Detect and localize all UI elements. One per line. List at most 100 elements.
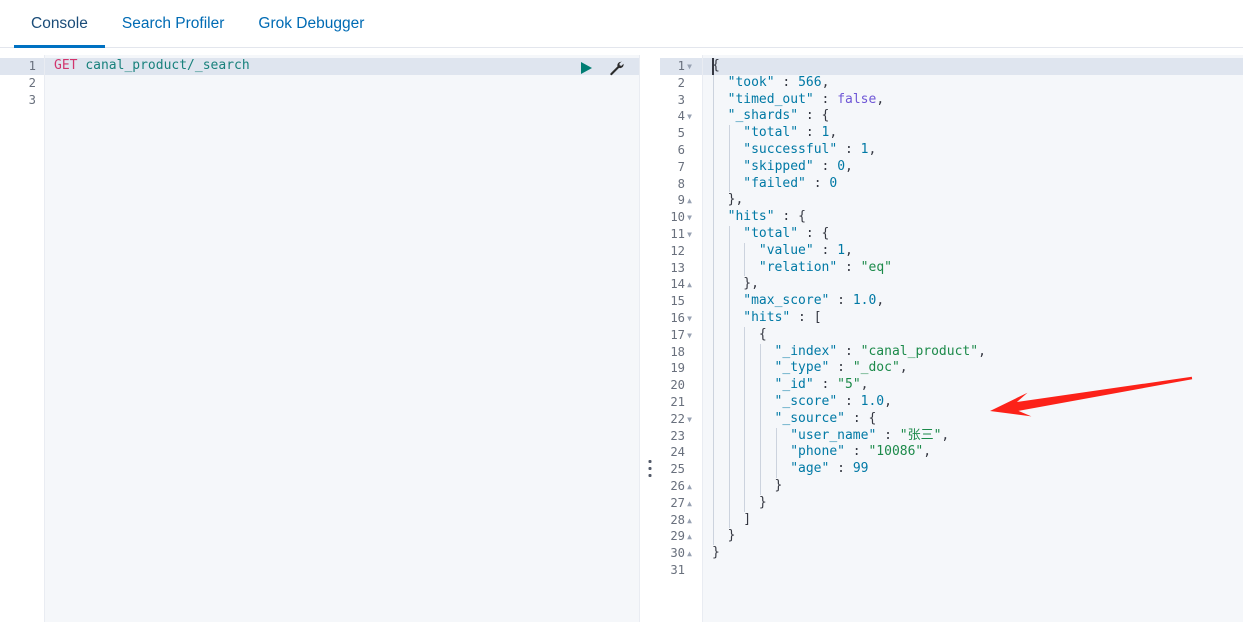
response-code-line: "total" : 1,	[743, 125, 837, 142]
code-token: }	[712, 545, 720, 561]
code-token: ,	[845, 242, 853, 258]
resize-dots-icon	[648, 460, 652, 477]
pane-resize-handle[interactable]	[640, 55, 660, 622]
kibana-dev-tools-console: Console Search Profiler Grok Debugger 1 2 3 …	[0, 0, 1243, 622]
tab-grok-debugger[interactable]: Grok Debugger	[241, 0, 381, 48]
indent-guide	[713, 242, 714, 260]
request-editor-pane[interactable]: 1 2 3 GET canal_product/_search	[0, 55, 640, 622]
request-line-number: 3	[28, 92, 36, 107]
code-token: "total"	[743, 226, 799, 241]
request-line-number: 2	[28, 75, 36, 90]
code-token: :	[813, 242, 838, 258]
response-code-line: {	[759, 327, 767, 344]
code-token: :	[813, 91, 838, 107]
chevron-up-icon[interactable]: ▲	[685, 496, 694, 513]
code-token: :	[837, 343, 861, 359]
indent-guide	[775, 444, 777, 462]
indent-guide	[759, 461, 761, 478]
line-number-value: 28	[670, 512, 685, 527]
code-token: "age"	[790, 461, 830, 477]
code-token: ,	[941, 427, 950, 443]
response-code-line: "skipped" : 0,	[743, 159, 853, 176]
chevron-up-icon[interactable]: ▲	[685, 529, 694, 546]
code-token: ,	[876, 293, 885, 309]
code-token: "10086"	[868, 444, 924, 460]
response-code-line: "_score" : 1.0,	[775, 394, 892, 411]
line-number-value: 1	[677, 59, 685, 73]
response-line-number: 7	[678, 159, 694, 176]
line-number-value: 14	[670, 277, 685, 292]
code-token: 1	[860, 142, 869, 157]
response-line-number: 26 ▲	[670, 478, 694, 495]
tab-console[interactable]: Console	[14, 0, 105, 48]
indent-guide	[759, 444, 761, 462]
indent-guide	[713, 259, 714, 277]
response-code-line: "successful" : 1,	[743, 142, 876, 159]
line-number-value: 19	[670, 361, 685, 376]
code-token: "user_name"	[790, 427, 877, 443]
chevron-up-icon[interactable]: ▲	[685, 513, 694, 530]
code-token: ,	[876, 91, 885, 107]
response-line-number: 17 ▼	[670, 327, 694, 344]
code-token: "skipped"	[743, 158, 814, 174]
indent-guide	[728, 494, 730, 512]
response-code-line: "hits" : {	[728, 209, 806, 226]
chevron-down-icon[interactable]: ▼	[685, 227, 694, 244]
play-icon[interactable]	[578, 60, 594, 76]
code-token: "phone"	[790, 444, 845, 460]
response-code-line: }	[712, 545, 720, 562]
chevron-down-icon[interactable]: ▼	[685, 59, 694, 76]
indent-guide	[728, 427, 730, 445]
code-token: :	[813, 158, 838, 174]
chevron-up-icon[interactable]: ▲	[685, 277, 694, 294]
response-line-number: 4 ▼	[678, 108, 694, 125]
code-token: "relation"	[758, 259, 838, 275]
chevron-up-icon[interactable]: ▲	[685, 479, 694, 496]
indent-guide	[713, 461, 714, 478]
line-number-value: 8	[677, 176, 685, 191]
response-code-line: "failed" : 0	[743, 176, 837, 193]
code-token: "canal_product"	[860, 343, 979, 359]
wrench-icon[interactable]	[608, 60, 624, 76]
indent-guide	[775, 461, 777, 478]
response-code-line: }	[728, 528, 736, 545]
code-token: 0	[837, 158, 846, 174]
indent-guide	[728, 259, 730, 277]
code-token: : [	[790, 310, 822, 325]
code-token: ,	[923, 444, 932, 460]
indent-guide	[713, 427, 714, 445]
response-line-number: 27 ▲	[670, 495, 694, 512]
code-token: "eq"	[860, 259, 892, 275]
chevron-up-icon[interactable]: ▲	[685, 193, 694, 210]
response-line-number: 20	[670, 377, 694, 394]
response-editor-pane[interactable]: 1 ▼ 2 3 4 ▼ 5 6 7 8 9 ▲ 10 ▼ 11 ▼ 12 13 14 ▲ 15 16 ▼ 17 ▼ 18 19 20 2…	[660, 55, 1243, 622]
chevron-down-icon[interactable]: ▼	[685, 328, 694, 345]
chevron-up-icon[interactable]: ▲	[685, 546, 694, 563]
chevron-down-icon[interactable]: ▼	[685, 210, 694, 227]
code-token: }	[758, 494, 767, 510]
chevron-down-icon[interactable]: ▼	[685, 311, 694, 328]
indent-guide	[713, 377, 714, 394]
request-code-area[interactable]: GET canal_product/_search	[45, 55, 640, 622]
indent-guide	[713, 326, 714, 344]
chevron-down-icon[interactable]: ▼	[685, 412, 694, 429]
response-code-area[interactable]: {"took" : 566, "timed_out" : false, "_shar…	[703, 55, 1243, 622]
response-code-line: "timed_out" : false,	[728, 92, 885, 109]
indent-guide	[713, 310, 714, 327]
response-line-number: 16 ▼	[670, 310, 694, 327]
code-token: ,	[845, 158, 853, 174]
text-caret	[712, 58, 714, 75]
chevron-down-icon[interactable]: ▼	[685, 109, 694, 126]
line-number-value: 18	[670, 344, 685, 359]
indent-guide	[775, 427, 777, 445]
response-code-line: "relation" : "eq"	[759, 260, 892, 277]
indent-guide	[728, 310, 730, 327]
code-token: :	[837, 142, 861, 157]
response-code-line: "hits" : [	[743, 310, 821, 327]
line-number-value: 30	[670, 546, 685, 561]
tab-search-profiler[interactable]: Search Profiler	[105, 0, 242, 48]
line-number-value: 7	[677, 159, 685, 174]
code-token: }	[727, 528, 736, 544]
response-line-number: 15	[670, 293, 694, 310]
active-line-highlight-gutter	[0, 58, 44, 75]
